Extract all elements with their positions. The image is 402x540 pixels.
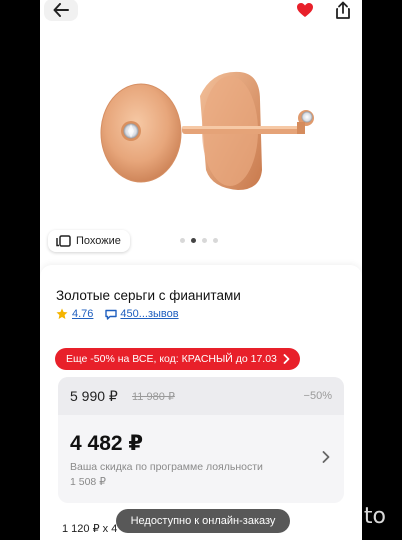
loyalty-amount: 1 508 ₽ — [70, 476, 106, 488]
earrings-photo — [100, 71, 314, 190]
share-button[interactable] — [330, 0, 356, 21]
pager-dot[interactable] — [180, 238, 185, 243]
installment-text: 1 120 ₽ х 4 — [62, 523, 118, 535]
loyalty-price: 4 482 ₽ — [70, 432, 143, 455]
product-gallery[interactable]: Похожие — [40, 0, 362, 262]
star-icon — [56, 308, 68, 319]
avito-watermark: Avito — [300, 504, 386, 529]
cards-icon — [56, 235, 71, 247]
unavailable-toast: Недоступно к онлайн-заказу — [116, 509, 290, 533]
pager-dot[interactable] — [202, 238, 207, 243]
pager-dot[interactable] — [213, 238, 218, 243]
product-screen: Похожие Золотые серьги с фианитами 4.76 … — [40, 0, 362, 540]
rating-value[interactable]: 4.76 — [72, 308, 93, 320]
reviews-link[interactable]: 450...зывов — [105, 308, 179, 320]
similar-label: Похожие — [76, 235, 121, 247]
promo-text: Еще -50% на ВСЕ, код: КРАСНЫЙ до 17.03 — [66, 353, 277, 365]
heart-icon — [297, 3, 313, 17]
rating-row[interactable]: 4.76 450...зывов — [56, 308, 179, 320]
crossed-price: 11 980 ₽ — [132, 391, 175, 403]
chat-bubble-icon — [105, 309, 118, 320]
share-icon — [336, 1, 350, 19]
product-title: Золотые серьги с фианитами — [56, 288, 241, 303]
pager-dot-active[interactable] — [191, 238, 196, 243]
watermark-text: Avito — [331, 504, 386, 529]
loyalty-text: Ваша скидка по программе лояльности — [70, 461, 263, 473]
price-box[interactable]: 5 990 ₽ 11 980 ₽ −50% 4 482 ₽ Ваша скидк… — [58, 377, 344, 503]
promo-banner[interactable]: Еще -50% на ВСЕ, код: КРАСНЫЙ до 17.03 — [55, 348, 300, 370]
chevron-right-icon — [283, 354, 290, 364]
favorite-button[interactable] — [292, 0, 318, 21]
old-price: 5 990 ₽ — [70, 388, 118, 404]
similar-button[interactable]: Похожие — [48, 230, 130, 252]
reviews-count: 450...зывов — [120, 308, 179, 320]
toast-text: Недоступно к онлайн-заказу — [130, 515, 276, 527]
back-button[interactable] — [44, 0, 78, 21]
discount-percent: −50% — [303, 390, 332, 402]
arrow-left-icon — [53, 3, 69, 17]
chevron-right-icon — [322, 451, 330, 463]
old-price-row: 5 990 ₽ 11 980 ₽ −50% — [58, 377, 344, 415]
gallery-pager[interactable] — [180, 238, 218, 243]
avito-logo-icon — [300, 506, 328, 528]
